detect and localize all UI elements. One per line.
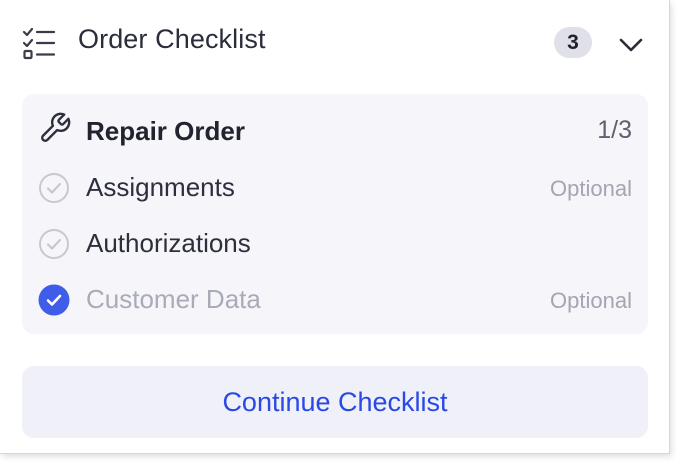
wrench-icon	[38, 111, 72, 145]
checklist-item-customer-data[interactable]: Customer Data Optional	[22, 272, 648, 324]
panel-title: Order Checklist	[78, 24, 266, 54]
checklist-item-authorizations[interactable]: Authorizations	[22, 216, 648, 268]
checklist-item-assignments[interactable]: Assignments Optional	[22, 160, 648, 212]
item-label: Assignments	[86, 172, 235, 202]
section-header[interactable]: Repair Order 1/3	[22, 94, 648, 166]
check-circle-filled-icon	[38, 284, 70, 316]
checklist-icon	[22, 26, 56, 60]
check-circle-icon	[38, 172, 70, 204]
item-label: Authorizations	[86, 228, 251, 258]
check-circle-icon	[38, 228, 70, 260]
panel-header: Order Checklist 3	[0, 0, 670, 86]
item-label: Customer Data	[86, 284, 261, 314]
optional-label: Optional	[550, 176, 632, 201]
continue-checklist-button[interactable]: Continue Checklist	[22, 366, 648, 438]
count-badge: 3	[554, 27, 592, 58]
repair-order-section: Repair Order 1/3 Assignments Optional Au…	[22, 94, 648, 334]
order-checklist-panel: Order Checklist 3 Repair Order 1/3 Assig…	[0, 0, 670, 454]
optional-label: Optional	[550, 288, 632, 313]
chevron-down-icon[interactable]	[614, 30, 648, 58]
section-progress: 1/3	[597, 116, 632, 144]
section-title: Repair Order	[86, 116, 245, 146]
